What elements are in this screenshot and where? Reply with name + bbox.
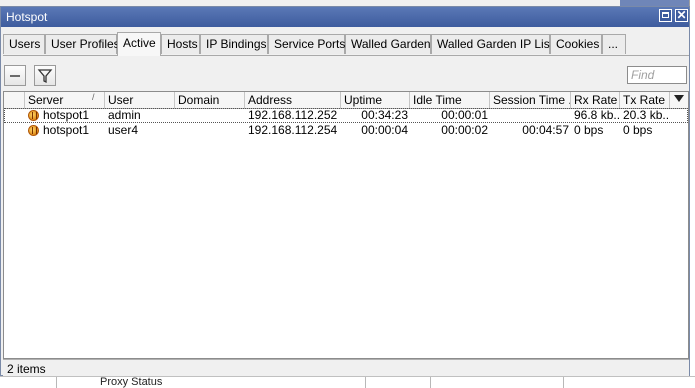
- background-divider: [365, 377, 366, 388]
- background-divider: [563, 377, 564, 388]
- cell-user: admin: [108, 108, 141, 122]
- status-bar: 2 items: [3, 359, 689, 376]
- cell-uptime: 00:34:23: [361, 108, 408, 122]
- cell-idle-time: 00:00:01: [441, 108, 488, 122]
- cell-domain: [175, 108, 245, 123]
- maximize-button[interactable]: [659, 9, 672, 22]
- column-header-domain[interactable]: Domain: [175, 92, 245, 108]
- dropdown-arrow-icon: [674, 95, 684, 102]
- hotspot-user-icon: [28, 125, 39, 136]
- hotspot-window: Hotspot ✕ Users User Profiles Active Hos…: [0, 6, 690, 376]
- find-input[interactable]: Find: [627, 66, 687, 84]
- tab-walled-garden[interactable]: Walled Garden: [345, 34, 431, 54]
- row-marker-header: [4, 92, 25, 108]
- background-divider: [430, 377, 431, 388]
- table-row[interactable]: hotspot1 admin 192.168.112.252 00:34:23 …: [4, 108, 688, 123]
- filter-icon: [37, 69, 53, 84]
- tab-cookies[interactable]: Cookies: [550, 34, 602, 54]
- column-header-uptime[interactable]: Uptime: [341, 92, 410, 108]
- tab-user-profiles[interactable]: User Profiles: [45, 34, 120, 54]
- cell-tx-rate: 20.3 kb...: [623, 108, 670, 122]
- tab-service-ports[interactable]: Service Ports: [268, 34, 345, 54]
- column-header-idle-time[interactable]: Idle Time: [410, 92, 490, 108]
- title-bar[interactable]: Hotspot ✕: [1, 7, 689, 27]
- table-header: Server / User Domain Address Uptime Idle…: [4, 92, 688, 109]
- cell-tx-rate: 0 bps: [623, 123, 653, 137]
- column-header-session-time[interactable]: Session Time ...: [490, 92, 571, 108]
- background-window: Proxy Status: [0, 376, 695, 388]
- background-text: Proxy Status: [100, 376, 163, 388]
- item-count: 2 items: [7, 362, 46, 376]
- cell-address: 192.168.112.254: [248, 123, 338, 137]
- cell-session-time: [490, 108, 571, 123]
- filter-button[interactable]: [34, 65, 56, 86]
- close-icon: ✕: [676, 8, 687, 22]
- tab-walled-garden-ip-list[interactable]: Walled Garden IP List: [431, 34, 553, 54]
- hotspot-user-icon: [28, 110, 39, 121]
- cell-rx-rate: 96.8 kb...: [574, 108, 620, 122]
- cell-server: hotspot1: [43, 108, 90, 122]
- column-header-address[interactable]: Address: [245, 92, 341, 108]
- cell-uptime: 00:00:04: [361, 123, 408, 137]
- sort-indicator-icon: /: [92, 92, 95, 102]
- tab-hosts[interactable]: Hosts: [161, 34, 200, 54]
- window-title: Hotspot: [6, 10, 48, 24]
- table-row[interactable]: hotspot1 user4 192.168.112.254 00:00:04 …: [4, 123, 688, 138]
- cell-address: 192.168.112.252: [248, 108, 338, 122]
- close-button[interactable]: ✕: [675, 9, 688, 22]
- column-header-user[interactable]: User: [105, 92, 175, 108]
- remove-button[interactable]: [4, 65, 26, 86]
- active-users-table: Server / User Domain Address Uptime Idle…: [3, 91, 689, 359]
- tab-strip-border: [3, 55, 689, 56]
- cell-user: user4: [108, 123, 139, 137]
- tab-more[interactable]: ...: [602, 34, 626, 54]
- cell-rx-rate: 0 bps: [574, 123, 604, 137]
- column-header-tx-rate[interactable]: Tx Rate: [620, 92, 670, 108]
- cell-domain: [175, 123, 245, 138]
- cell-idle-time: 00:00:02: [441, 123, 488, 137]
- tab-active[interactable]: Active: [117, 32, 161, 56]
- background-divider: [56, 377, 57, 388]
- cell-server: hotspot1: [43, 123, 90, 137]
- column-header-rx-rate[interactable]: Rx Rate: [571, 92, 620, 108]
- tab-users[interactable]: Users: [3, 34, 45, 54]
- cell-session-time: 00:04:57: [522, 123, 569, 137]
- tab-ip-bindings[interactable]: IP Bindings: [200, 34, 268, 54]
